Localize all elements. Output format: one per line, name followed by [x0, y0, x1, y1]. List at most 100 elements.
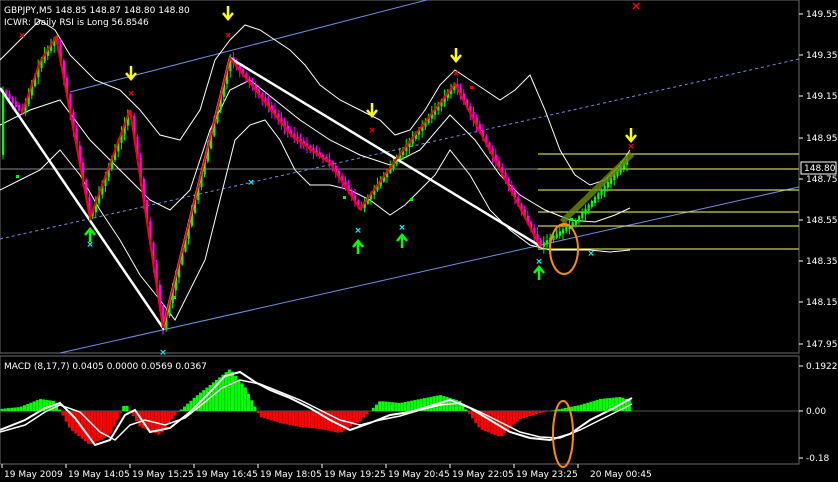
macd-bar — [339, 411, 343, 433]
time-label: 19 May 22:05 — [452, 470, 514, 480]
macd-bar — [64, 411, 68, 422]
price-axis: 149.55 149.35 149.15 148.95 148.75 148.5… — [799, 10, 838, 350]
x-marker-icon: × — [247, 178, 255, 188]
chart-window: × × × × × × × × × × × × × GBPJPY,M5 148.… — [0, 0, 838, 482]
macd-bar — [544, 411, 548, 412]
macd-bar — [250, 400, 254, 411]
macd-bar — [595, 399, 599, 411]
macd-bar — [288, 411, 292, 425]
macd-level-label: -0.18 — [806, 454, 830, 464]
time-label: 20 May 00:45 — [590, 470, 652, 480]
macd-bar — [349, 411, 353, 427]
macd-bar — [45, 399, 49, 411]
macd-bar — [512, 411, 516, 425]
macd-bar — [391, 402, 394, 411]
macd-bar — [170, 411, 174, 420]
macd-bar — [35, 400, 39, 411]
chart-canvas[interactable]: × × × × × × × × × × × × × GBPJPY,M5 148.… — [0, 0, 838, 482]
macd-bar — [311, 411, 314, 429]
arrow-up-icon — [396, 233, 408, 248]
macd-bar — [304, 411, 308, 428]
macd-bar — [589, 401, 593, 411]
macd-bar — [263, 411, 266, 419]
macd-bar — [58, 409, 62, 411]
macd-bar — [275, 411, 279, 423]
zigzag-red[interactable] — [21, 34, 541, 329]
macd-bar — [429, 396, 433, 411]
macd-bar — [282, 411, 286, 424]
macd-bar — [602, 398, 606, 411]
indicator-header: ICWR: Daily RSI is Long 56.8546 — [4, 18, 149, 28]
macd-bar — [109, 411, 113, 434]
x-marker-icon: × — [398, 223, 406, 233]
fib-levels[interactable] — [538, 153, 799, 250]
x-marker-icon: × — [224, 31, 232, 41]
macd-bar — [371, 407, 375, 411]
macd-bar — [506, 411, 510, 431]
time-label: 19 May 18:05 — [260, 470, 322, 480]
macd-bar — [557, 409, 561, 411]
macd-bar — [125, 405, 129, 411]
macd-bar — [314, 411, 318, 429]
macd-bar — [240, 383, 244, 411]
x-marker-icon: × — [587, 249, 595, 259]
macd-bar — [365, 411, 369, 415]
macd-bar — [525, 411, 529, 417]
time-label: 19 May 16:45 — [196, 470, 258, 480]
close-icon[interactable] — [632, 2, 640, 10]
macd-bar — [583, 403, 586, 411]
dot-marker — [343, 196, 346, 199]
price-label: 149.55 — [806, 10, 838, 20]
macd-bar — [0, 408, 4, 411]
macd-bar — [442, 396, 446, 411]
macd-bar — [381, 401, 385, 411]
macd-bar — [259, 411, 263, 418]
arrow-down-icon — [222, 6, 234, 21]
candle-body — [571, 222, 574, 227]
arrow-down-icon — [450, 48, 462, 63]
macd-bar — [106, 411, 110, 437]
candle-body — [600, 189, 603, 196]
macd-bar — [247, 393, 250, 411]
x-marker-icon: × — [127, 89, 135, 99]
macd-bar — [26, 403, 30, 411]
price-label: 147.95 — [806, 340, 838, 350]
macd-bar — [563, 407, 567, 411]
macd-bar — [471, 411, 474, 419]
macd-bar — [183, 406, 186, 411]
zigzag-white[interactable] — [0, 56, 541, 332]
macd-bar — [535, 411, 538, 415]
macd-level-label: 0.00 — [806, 407, 826, 417]
candle-body — [2, 90, 5, 155]
macd-bar — [243, 387, 247, 411]
macd-bar — [586, 402, 590, 411]
x-marker-icon: × — [535, 257, 543, 267]
macd-bar — [115, 411, 119, 420]
candle-body — [558, 231, 561, 236]
macd-bar — [515, 411, 519, 422]
candle-body — [606, 181, 609, 188]
macd-bar — [531, 411, 535, 416]
macd-bar — [112, 411, 116, 427]
macd-bar — [253, 406, 257, 411]
macd-bar — [573, 406, 577, 411]
macd-bar — [122, 405, 126, 411]
arrow-up-icon — [533, 265, 545, 280]
macd-bar — [403, 401, 407, 411]
macd-bar — [541, 411, 545, 413]
time-label: 19 May 20:45 — [388, 470, 450, 480]
dot-marker — [410, 198, 413, 201]
macd-bar — [509, 411, 513, 428]
macd-bar — [387, 401, 391, 411]
time-label: 19 May 19:25 — [324, 470, 386, 480]
dot-marker — [570, 218, 573, 221]
macd-bar — [23, 405, 26, 411]
macd-bar — [528, 411, 532, 416]
macd-bar — [336, 411, 340, 433]
macd-bar — [96, 411, 100, 441]
macd-histogram[interactable] — [0, 369, 631, 445]
x-marker-icon: × — [354, 226, 362, 236]
macd-bar — [269, 411, 273, 421]
macd-bar — [186, 403, 190, 411]
macd-bar — [519, 411, 522, 419]
